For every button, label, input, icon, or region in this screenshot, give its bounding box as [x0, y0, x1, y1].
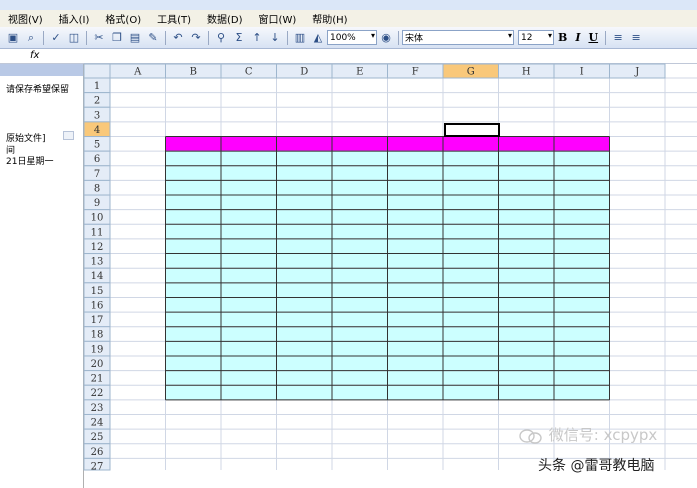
row-header-label: 1 [94, 81, 100, 92]
column-header-label: E [356, 67, 363, 78]
row-header-label: 22 [91, 388, 104, 399]
row-header-label: 20 [91, 359, 104, 370]
row-header-label: 5 [94, 140, 100, 151]
row-header-label: 10 [91, 213, 104, 224]
active-cell-g4[interactable] [444, 123, 500, 137]
row-header-label: 21 [91, 374, 104, 385]
column-header-label: J [634, 67, 639, 78]
watermark-text: 微信号: xcpypx [548, 426, 658, 444]
worksheet-grid[interactable]: A B C D E F G H I J123456789101112131415161718192… [0, 0, 697, 488]
wechat-icon [519, 428, 542, 444]
row-header-label: 8 [94, 183, 100, 194]
row-header-label: 12 [91, 242, 104, 253]
row-header-label: 23 [91, 403, 104, 414]
column-header-label: C [245, 67, 253, 78]
column-header-label: B [190, 67, 197, 78]
column-header-label: A [133, 67, 142, 78]
row-header-label: 4 [94, 125, 100, 136]
row-header-label: 17 [91, 315, 104, 326]
row-header-label: 2 [94, 96, 100, 107]
row-header-label: 9 [94, 198, 100, 209]
row-header-label: 19 [91, 344, 104, 355]
column-header-label: F [412, 67, 419, 78]
row-header-label: 16 [91, 300, 104, 311]
row-header-label: 26 [91, 447, 104, 458]
column-header-label: H [522, 67, 531, 78]
row-header-label: 27 [91, 461, 104, 472]
row-header-label: 18 [91, 330, 104, 341]
row-header-label: 7 [94, 169, 100, 180]
column-header-label: I [580, 67, 584, 78]
row-header-label: 6 [94, 154, 100, 165]
row-header-label: 11 [91, 227, 104, 238]
row-header-label: 14 [91, 271, 104, 282]
row-header-label: 25 [91, 432, 104, 443]
column-header-label: D [300, 67, 308, 78]
row-header-label: 15 [91, 286, 104, 297]
column-header-label: G [467, 67, 475, 78]
wechat-watermark: 微信号: xcpypx [518, 424, 657, 445]
row-header-label: 24 [91, 417, 104, 428]
select-all-corner[interactable] [83, 63, 111, 79]
row-header-label: 3 [94, 110, 100, 121]
source-caption: 头条 @雷哥教电脑 [538, 458, 655, 474]
row-header-label: 13 [91, 257, 104, 268]
